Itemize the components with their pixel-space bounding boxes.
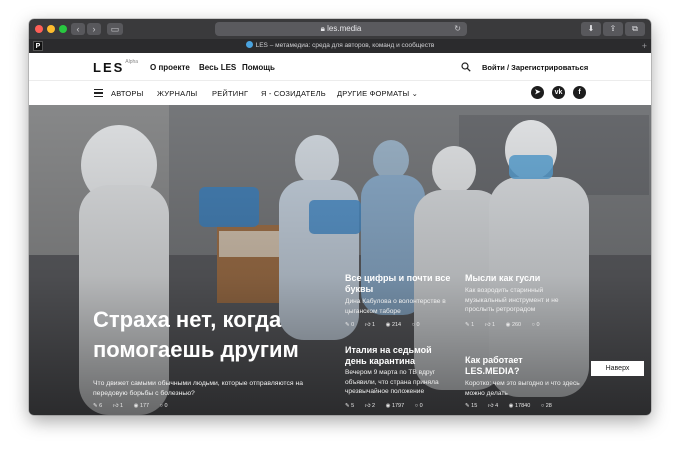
card-stats: ✎ 0 👍︎ 1 ◉ 214 ○ 0 [345, 322, 429, 328]
active-tab[interactable]: LES – метамедиа: среда для авторов, кома… [29, 39, 651, 53]
views-stat: ◉ 260 [505, 322, 522, 328]
tab-bar: LES – метамедиа: среда для авторов, кома… [29, 39, 651, 53]
hero-section[interactable]: Страха нет, когда помогаешь другим Что д… [29, 105, 651, 415]
tab-title: LES – метамедиа: среда для авторов, кома… [255, 42, 435, 49]
login-register-link[interactable]: Войти / Зарегистрироваться [482, 63, 588, 72]
comments-stat[interactable]: ✎ 5 [345, 403, 354, 409]
website: LESAlpha О проекте Весь LES Помощь Войти… [29, 53, 651, 415]
card-description: Коротко: чем это выгодно и что здесь мож… [465, 380, 580, 397]
minimize-window-button[interactable] [47, 25, 55, 33]
reposts-stat[interactable]: ○ 0 [160, 403, 168, 409]
card-description: Вечером 9 марта по ТВ вдруг объявили, чт… [345, 369, 439, 395]
hero-description: Что движет самыми обычными людьми, котор… [93, 380, 303, 397]
close-window-button[interactable] [35, 25, 43, 33]
site-favicon-icon [245, 41, 253, 48]
views-stat: ◉ 214 [385, 322, 402, 328]
pinned-tab[interactable]: P [33, 41, 43, 51]
telegram-icon[interactable]: ➤ [531, 86, 544, 99]
likes-stat[interactable]: 👍︎ 1 [365, 322, 375, 328]
search-icon[interactable] [461, 62, 471, 72]
hero-title[interactable]: Страха нет, когда помогаешь другим [93, 305, 343, 365]
link-help[interactable]: Помощь [242, 63, 275, 72]
share-icon[interactable]: ⇪ [603, 22, 623, 36]
link-all-les[interactable]: Весь LES [199, 63, 236, 72]
nav-other-formats[interactable]: ДРУГИЕ ФОРМАТЫ ⌄ [337, 89, 418, 98]
new-tab-icon[interactable]: + [642, 39, 647, 53]
likes-stat[interactable]: 👍︎ 4 [488, 403, 498, 409]
sidebar-icon[interactable]: ▭ [107, 23, 123, 35]
card-stats: ✎ 1 👍︎ 1 ◉ 260 ○ 0 [465, 322, 549, 328]
card-stats: ✎ 5 👍︎ 2 ◉ 1797 ○ 0 [345, 403, 432, 409]
comments-stat[interactable]: ✎ 0 [345, 322, 354, 328]
card-description: Как возродить старинный музыкальный инст… [465, 287, 559, 313]
reposts-stat[interactable]: ○ 0 [532, 322, 540, 328]
site-logo[interactable]: LESAlpha [93, 59, 139, 75]
menu-icon[interactable] [94, 89, 103, 97]
nav-rating[interactable]: РЕЙТИНГ [212, 89, 248, 98]
logo-text: LES [93, 60, 125, 75]
card-title[interactable]: Мысли как гусли [465, 273, 585, 284]
card-title[interactable]: Все цифры и почти все буквы [345, 273, 465, 295]
back-icon[interactable]: ‹ [71, 23, 85, 35]
nav-journals[interactable]: ЖУРНАЛЫ [157, 89, 197, 98]
nav-creator[interactable]: Я - СОЗИДАТЕЛЬ [261, 89, 326, 98]
card-title[interactable]: Италия на седьмой день карантина [345, 345, 455, 367]
browser-window: ‹ › ▭ 🔒︎ les.media ↻ ⬇ ⇪ ⧉ LES – метамед… [29, 19, 651, 415]
lock-icon: 🔒︎ [320, 24, 325, 33]
address-bar[interactable]: 🔒︎ les.media ↻ [215, 22, 467, 36]
logo-badge: Alpha [125, 59, 139, 65]
comments-stat[interactable]: ✎ 6 [93, 403, 102, 409]
vk-icon[interactable]: vk [552, 86, 565, 99]
card-stats: ✎ 15 👍︎ 4 ◉ 17840 ○ 28 [465, 403, 561, 409]
browser-toolbar: ‹ › ▭ 🔒︎ les.media ↻ ⬇ ⇪ ⧉ [29, 19, 651, 39]
reposts-stat[interactable]: ○ 0 [415, 403, 423, 409]
card-title[interactable]: Как работает LES.MEDIA? [465, 355, 575, 377]
site-nav-bar: АВТОРЫ ЖУРНАЛЫ РЕЙТИНГ Я - СОЗИДАТЕЛЬ ДР… [29, 81, 651, 105]
facebook-icon[interactable]: f [573, 86, 586, 99]
comments-stat[interactable]: ✎ 15 [465, 403, 477, 409]
hero-stats: ✎ 6 👍︎ 1 ◉ 177 ○ 0 [93, 403, 177, 409]
site-top-header: LESAlpha О проекте Весь LES Помощь Войти… [29, 53, 651, 81]
reposts-stat[interactable]: ○ 0 [412, 322, 420, 328]
forward-icon[interactable]: › [87, 23, 101, 35]
views-stat: ◉ 17840 [508, 403, 531, 409]
downloads-icon[interactable]: ⬇ [581, 22, 601, 36]
likes-stat[interactable]: 👍︎ 2 [365, 403, 375, 409]
views-stat: ◉ 177 [133, 403, 150, 409]
reposts-stat[interactable]: ○ 28 [541, 403, 552, 409]
chevron-down-icon: ⌄ [411, 89, 419, 98]
views-stat: ◉ 1797 [385, 403, 405, 409]
nav-other-formats-label: ДРУГИЕ ФОРМАТЫ [337, 89, 410, 98]
nav-authors[interactable]: АВТОРЫ [111, 89, 143, 98]
url-text: les.media [327, 24, 362, 33]
card-description: Дина Кабулова о волонтерстве в цыганском… [345, 298, 446, 315]
back-to-top-button[interactable]: Наверх [591, 361, 644, 376]
comments-stat[interactable]: ✎ 1 [465, 322, 474, 328]
likes-stat[interactable]: 👍︎ 1 [485, 322, 495, 328]
link-about[interactable]: О проекте [150, 63, 190, 72]
reload-icon[interactable]: ↻ [454, 22, 461, 36]
likes-stat[interactable]: 👍︎ 1 [113, 403, 123, 409]
tabs-overview-icon[interactable]: ⧉ [625, 22, 645, 36]
zoom-window-button[interactable] [59, 25, 67, 33]
